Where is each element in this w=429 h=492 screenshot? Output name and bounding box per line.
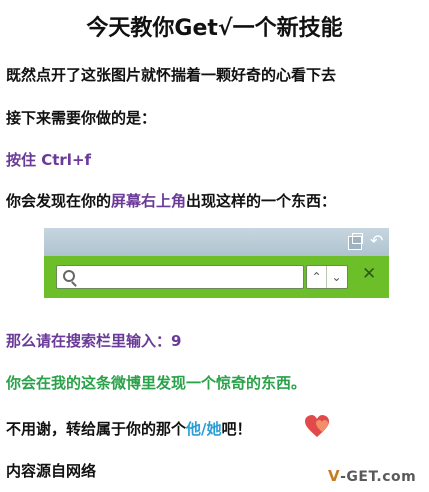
input-instruction-line: 那么请在搜索栏里输入：9 (6, 332, 182, 350)
share-text-post: 吧！ (221, 420, 252, 438)
search-input[interactable] (56, 265, 304, 289)
intro-line: 既然点开了这张图片就怀揣着一颗好奇的心看下去 (6, 66, 337, 84)
find-bar-screenshot: ↶ ⌃ ⌄ ✕ (44, 228, 389, 298)
search-icon (63, 270, 75, 282)
shortcut-line: 按住 Ctrl+f (6, 151, 92, 169)
find-bar: ⌃ ⌄ ✕ (44, 256, 389, 298)
chevron-up-icon[interactable]: ⌃ (307, 266, 327, 288)
browser-toolbar: ↶ (44, 228, 389, 256)
instruction-line: 接下来需要你做的是： (6, 109, 157, 127)
find-navigation: ⌃ ⌄ (306, 265, 348, 289)
discovery-text-post: 出现这样的一个东西： (186, 192, 337, 210)
share-highlight: 他/她 (186, 420, 222, 438)
watermark: V-GET.com (328, 467, 416, 485)
back-arrow-icon[interactable]: ↶ (370, 233, 383, 249)
close-icon[interactable]: ✕ (362, 266, 376, 283)
discovery-line: 你会发现在你的屏幕右上角出现这样的一个东西： (6, 190, 336, 211)
heart-icon (305, 415, 329, 437)
new-tab-icon[interactable] (348, 233, 363, 250)
watermark-rest: -GET.com (340, 469, 417, 485)
share-text-pre: 不用谢，转给属于你的那个 (6, 420, 187, 438)
watermark-prefix: V (328, 467, 341, 485)
page-title: 今天教你Get√一个新技能 (86, 16, 343, 41)
surprise-line: 你会在我的这条微博里发现一个惊奇的东西。 (6, 374, 307, 392)
discovery-text-pre: 你会发现在你的 (6, 192, 112, 210)
discovery-highlight: 屏幕右上角 (111, 192, 187, 210)
chevron-down-icon[interactable]: ⌄ (327, 266, 346, 288)
share-line: 不用谢，转给属于你的那个他/她吧！ (6, 418, 252, 439)
source-line: 内容源自网络 (6, 462, 97, 480)
